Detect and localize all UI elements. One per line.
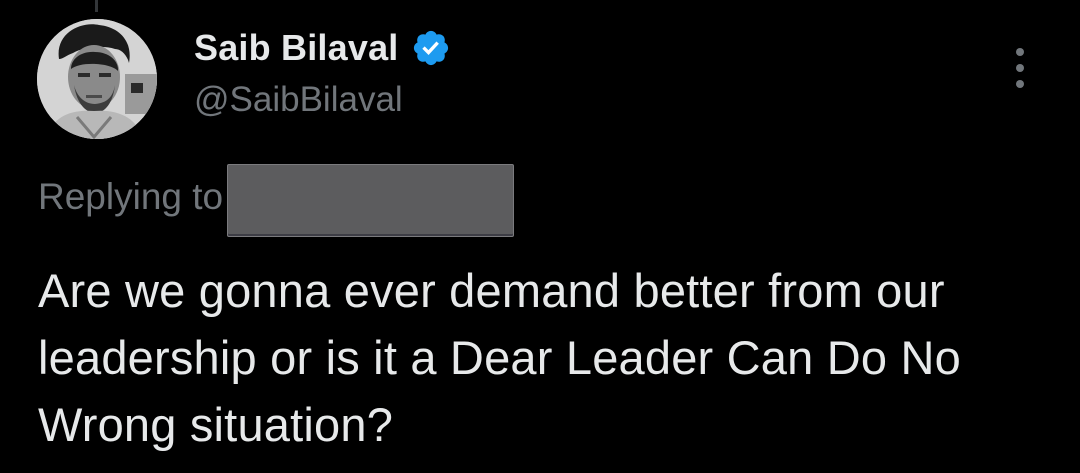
avatar[interactable] [37,19,157,139]
more-vertical-icon[interactable] [1008,48,1032,88]
avatar-photo [37,19,157,139]
replying-to-label: Replying to [38,176,224,217]
verified-badge-icon[interactable] [411,28,451,68]
tweet-text: Are we gonna ever demand better from our… [38,264,961,451]
author-name-row: Saib Bilaval [194,26,451,70]
thread-connector-line [95,0,98,12]
more-dot [1016,80,1024,88]
more-dot [1016,48,1024,56]
author-handle[interactable]: @SaibBilaval [194,80,403,120]
author-display-name[interactable]: Saib Bilaval [194,27,399,69]
reply-context: Replying to [38,164,515,240]
redacted-recipient [227,164,515,237]
more-dot [1016,64,1024,72]
